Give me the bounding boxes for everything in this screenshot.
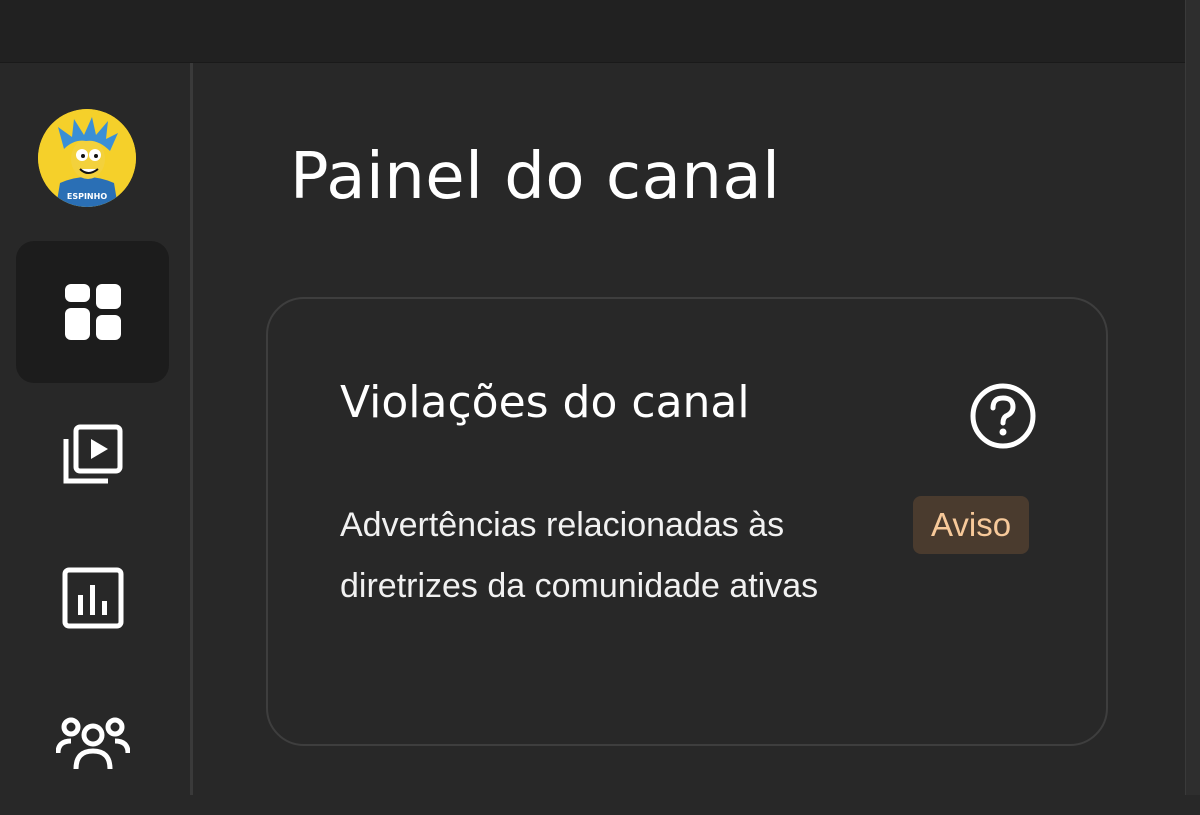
card-description: Advertências relacionadas às diretrizes … — [340, 506, 819, 605]
analytics-icon — [62, 567, 123, 629]
sidebar-item-analytics[interactable] — [16, 527, 169, 669]
help-icon[interactable] — [968, 381, 1038, 451]
question-mark-icon — [970, 383, 1036, 449]
content-icon — [63, 424, 122, 484]
scrollbar[interactable] — [1185, 0, 1200, 795]
dashboard-icon — [64, 284, 121, 340]
sidebar-item-dashboard[interactable] — [16, 241, 169, 383]
sidebar-item-content[interactable] — [16, 383, 169, 525]
sidebar: ESPINHO — [0, 63, 193, 795]
card-title: Violações do canal — [340, 377, 750, 428]
status-badge: Aviso — [913, 496, 1030, 554]
avatar-image: ESPINHO — [38, 109, 136, 207]
avatar[interactable]: ESPINHO — [38, 109, 136, 207]
sidebar-item-community[interactable] — [16, 673, 169, 815]
channel-violations-card: Violações do canal Advertências relacion… — [266, 297, 1108, 746]
avatar-label: ESPINHO — [67, 192, 107, 201]
top-bar — [0, 0, 1186, 63]
page-title: Painel do canal — [290, 140, 781, 214]
community-icon — [55, 717, 130, 770]
